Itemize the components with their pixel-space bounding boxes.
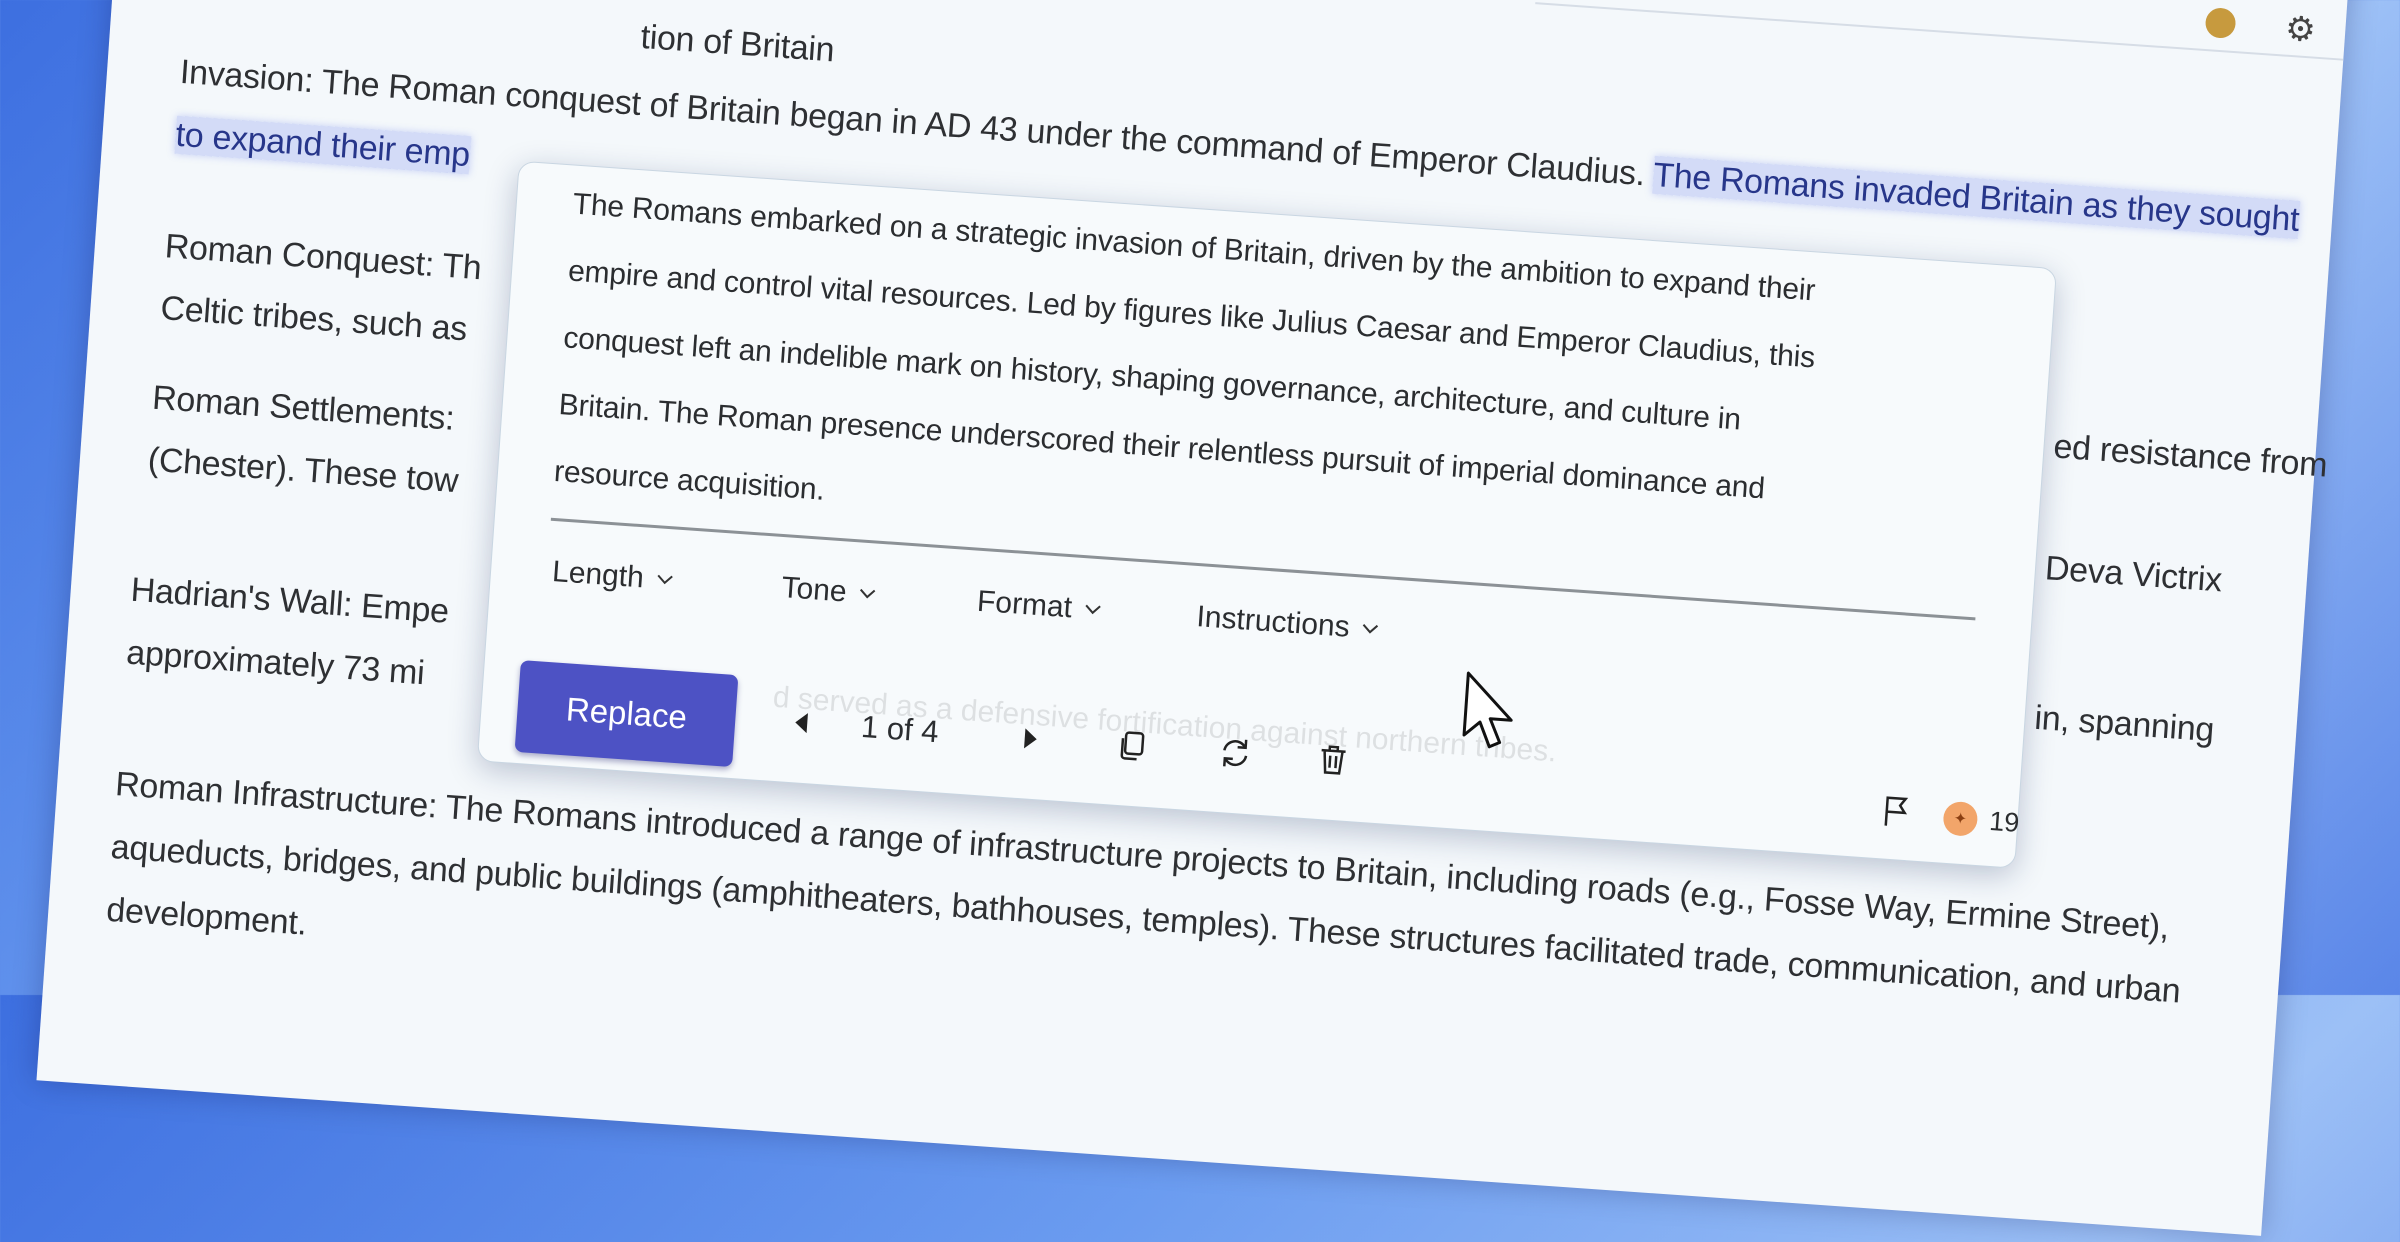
replace-button[interactable]: Replace <box>514 660 739 768</box>
rewrite-text-line: resource acquisition. <box>553 454 826 507</box>
instructions-dropdown[interactable]: Instructions <box>1195 600 1380 647</box>
tone-dropdown[interactable]: Tone <box>780 571 877 612</box>
chevron-down-icon <box>860 588 876 599</box>
chevron-down-icon <box>657 574 673 585</box>
suggestion-counter: 1 of 4 <box>859 708 940 750</box>
credits-icon: ✦ <box>1942 800 1979 837</box>
copy-icon[interactable] <box>1111 725 1154 768</box>
dropdown-label: Tone <box>780 571 848 609</box>
format-dropdown[interactable]: Format <box>976 585 1103 628</box>
length-dropdown[interactable]: Length <box>551 555 675 597</box>
chevron-down-icon <box>1363 624 1379 634</box>
prev-icon[interactable] <box>780 701 823 744</box>
delete-icon[interactable] <box>1312 739 1355 782</box>
dropdown-label: Instructions <box>1195 600 1351 644</box>
mouse-cursor-icon <box>1462 671 1513 749</box>
stage: ⚙ tion of Britain Invasion: The Roman co… <box>0 0 2400 1236</box>
regenerate-icon[interactable] <box>1214 732 1257 775</box>
chevron-down-icon <box>1085 604 1101 615</box>
next-icon[interactable] <box>1009 717 1052 760</box>
dropdown-label: Length <box>551 555 645 595</box>
dropdown-label: Format <box>976 584 1074 625</box>
settings-gear-icon[interactable]: ⚙ <box>2284 9 2317 51</box>
credits-count: 19 <box>1988 805 2021 838</box>
rewrite-popup: d served as a defensive fortification ag… <box>476 160 2058 869</box>
flag-icon[interactable] <box>1874 790 1917 833</box>
